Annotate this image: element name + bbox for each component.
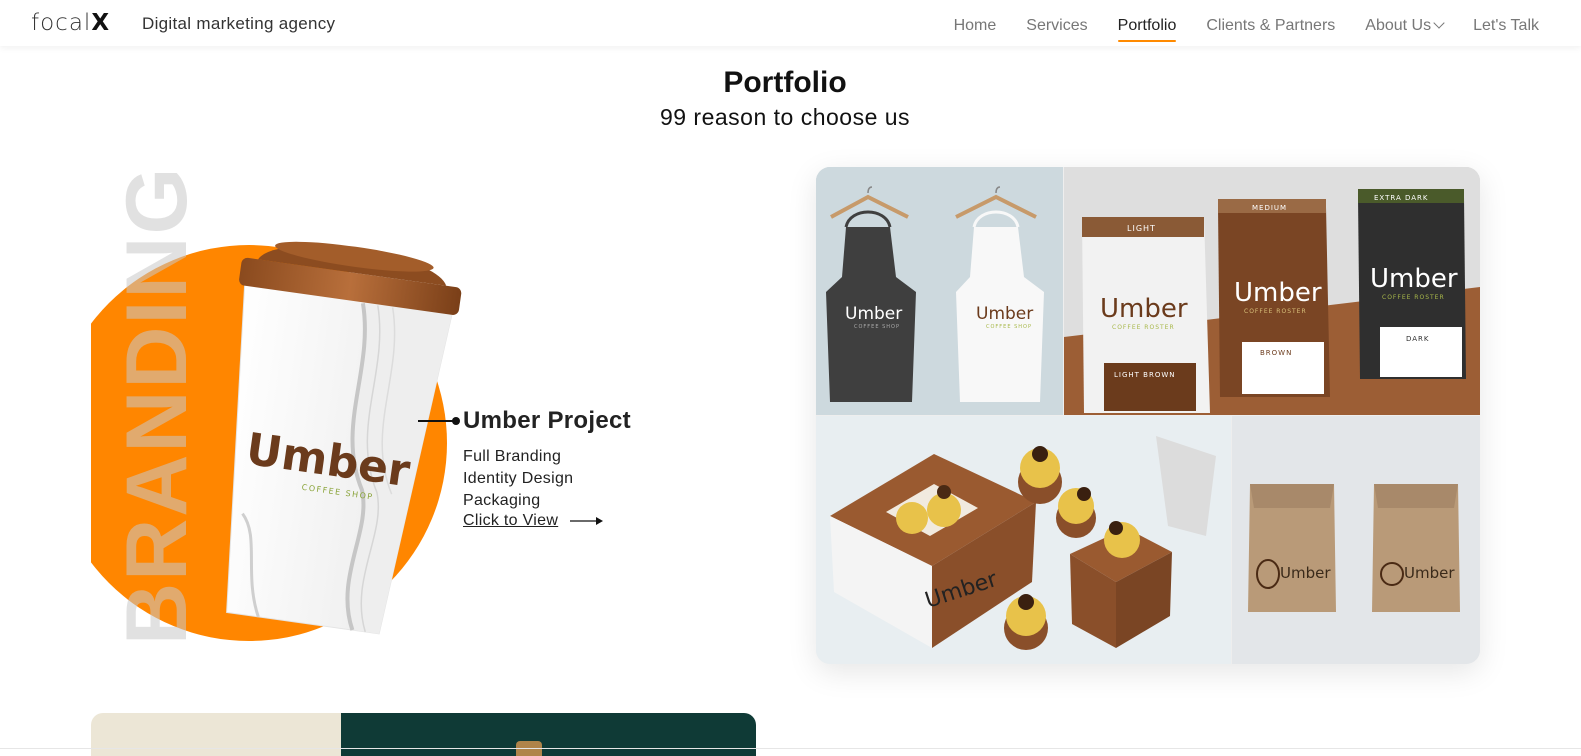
- site-header: focalX Digital marketing agency Home Ser…: [0, 0, 1581, 46]
- connector-dot: [452, 417, 460, 425]
- apron-sub-dark: COFFEE SHOP: [854, 324, 900, 330]
- bag-medium: MEDIUM Umber COFFEE ROSTER BROWN: [1218, 199, 1330, 397]
- apron-brand-white: Umber: [976, 304, 1033, 324]
- coffee-cup-image: Umber COFFEE SHOP: [226, 241, 462, 635]
- page-subtitle: 99 reason to choose us: [659, 104, 911, 130]
- arrow-right-icon[interactable]: [570, 516, 604, 526]
- nav-clients-partners[interactable]: Clients & Partners: [1206, 17, 1335, 35]
- main-nav: Home Services Portfolio Clients & Partne…: [954, 17, 1539, 42]
- aprons-image: Umber COFFEE SHOP Umber COFFEE SHOP: [816, 167, 1063, 415]
- bag-dark: EXTRA DARK Umber COFFEE ROSTER DARK: [1358, 189, 1466, 379]
- bag-dark-roast: DARK: [1406, 335, 1430, 343]
- service-list: Full Branding Identity Design Packaging: [463, 446, 573, 512]
- service-item: Packaging: [463, 492, 541, 509]
- paper-bags-image: Umber Umber: [1232, 416, 1480, 664]
- logo-mark: X: [91, 10, 111, 36]
- nav-lets-talk[interactable]: Let's Talk: [1473, 17, 1539, 35]
- project-gallery[interactable]: Umber COFFEE SHOP Umber COFFEE SHOP LIGH…: [816, 167, 1480, 664]
- next-project-panel-right: [341, 713, 756, 756]
- logo-text: focal: [31, 10, 92, 36]
- nav-home[interactable]: Home: [954, 17, 997, 35]
- paper-bag-right: Umber: [1372, 484, 1460, 612]
- cupcake-boxes-image: Umber: [816, 416, 1231, 664]
- bag-dark-label: EXTRA DARK: [1374, 194, 1428, 202]
- bag-light-roast: LIGHT BROWN: [1114, 371, 1176, 379]
- paper-brand-left: Umber: [1280, 564, 1331, 582]
- bag-light-label: LIGHT: [1127, 224, 1156, 233]
- service-item: Identity Design: [463, 470, 574, 487]
- nav-services[interactable]: Services: [1026, 17, 1087, 35]
- page-title: Portfolio: [723, 66, 847, 99]
- bag-light: LIGHT Umber COFFEE ROSTER LIGHT BROWN: [1082, 217, 1210, 413]
- nav-portfolio[interactable]: Portfolio: [1117, 17, 1176, 42]
- focalx-logo[interactable]: focalX: [31, 10, 110, 36]
- bag-medium-label: MEDIUM: [1252, 204, 1287, 212]
- tagline: Digital marketing agency: [142, 14, 336, 33]
- bag-medium-sub: COFFEE ROSTER: [1244, 308, 1307, 315]
- service-item: Full Branding: [463, 448, 562, 465]
- chevron-down-icon: [1433, 17, 1445, 29]
- nav-about-us[interactable]: About Us: [1365, 17, 1445, 35]
- page-divider: [0, 748, 1581, 749]
- project-title: Umber Project: [463, 407, 631, 434]
- bag-medium-roast: BROWN: [1260, 349, 1292, 357]
- category-vertical-text: BRANDING: [109, 165, 205, 645]
- nav-about-us-label: About Us: [1365, 17, 1432, 34]
- next-project-panel-left: [91, 713, 341, 756]
- next-project-card[interactable]: [91, 713, 756, 756]
- bag-dark-brand: Umber: [1370, 264, 1458, 294]
- apron-brand-dark: Umber: [845, 304, 902, 324]
- bag-dark-sub: COFFEE ROSTER: [1382, 294, 1445, 301]
- click-to-view-link[interactable]: Click to View: [463, 512, 558, 530]
- paper-brand-right: Umber: [1404, 564, 1455, 582]
- apron-sub-white: COFFEE SHOP: [986, 324, 1032, 330]
- coffee-bags-image: LIGHT Umber COFFEE ROSTER LIGHT BROWN ME…: [1064, 167, 1480, 415]
- bag-light-brand: Umber: [1100, 294, 1188, 324]
- bag-medium-brand: Umber: [1234, 278, 1322, 308]
- bag-light-sub: COFFEE ROSTER: [1112, 324, 1175, 331]
- paper-bag-left: Umber: [1248, 484, 1336, 612]
